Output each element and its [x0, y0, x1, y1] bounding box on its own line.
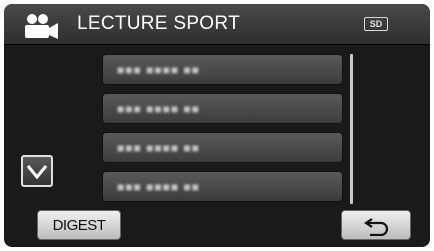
list-item[interactable]: ■■■ ■■■■ ■■	[102, 132, 343, 163]
page-title: LECTURE SPORT	[77, 13, 240, 34]
lcd-screen: LECTURE SPORT SD ■■■ ■■■■ ■■ ■■■ ■■■■ ■■…	[0, 0, 434, 251]
list-item-label: ■■■ ■■■■ ■■	[117, 180, 200, 194]
header-bar: LECTURE SPORT SD	[4, 4, 430, 45]
list-item[interactable]: ■■■ ■■■■ ■■	[102, 54, 343, 85]
scrollbar[interactable]	[350, 54, 353, 204]
list-item[interactable]: ■■■ ■■■■ ■■	[102, 93, 343, 124]
list-item-label: ■■■ ■■■■ ■■	[117, 102, 200, 116]
list-item-label: ■■■ ■■■■ ■■	[117, 63, 200, 77]
sd-card-badge: SD	[364, 17, 388, 31]
digest-button[interactable]: DIGEST	[37, 210, 121, 240]
scroll-down-button[interactable]	[21, 155, 53, 187]
digest-button-label: DIGEST	[52, 217, 106, 234]
video-camera-icon	[25, 14, 58, 39]
chevron-down-icon	[26, 165, 48, 180]
list-item[interactable]: ■■■ ■■■■ ■■	[102, 171, 343, 202]
list-item-label: ■■■ ■■■■ ■■	[117, 141, 200, 155]
return-arrow-icon	[364, 218, 389, 236]
back-button[interactable]	[341, 210, 411, 240]
